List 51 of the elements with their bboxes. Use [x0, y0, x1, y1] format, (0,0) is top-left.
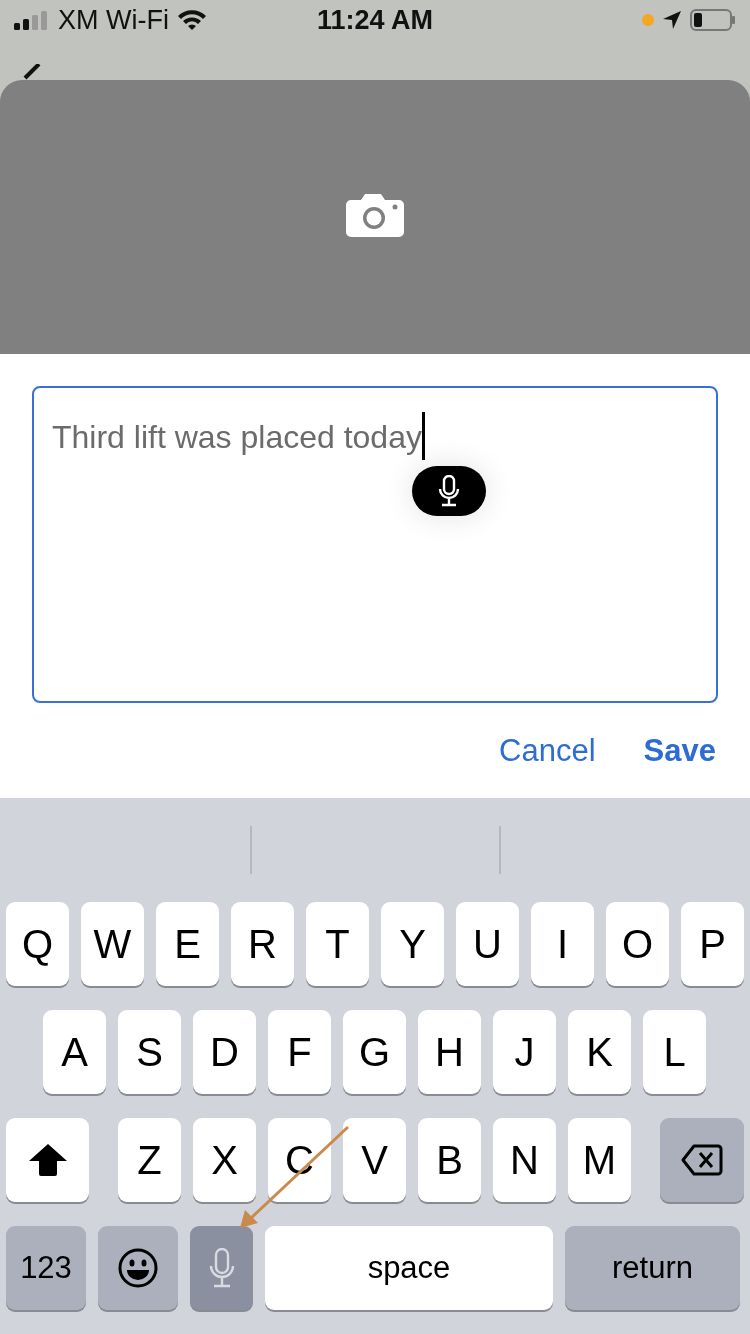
letter-key[interactable]: C — [268, 1118, 331, 1202]
dot-icon — [642, 14, 654, 26]
emoji-key[interactable] — [98, 1226, 178, 1310]
letter-key[interactable]: H — [418, 1010, 481, 1094]
letter-key[interactable]: F — [268, 1010, 331, 1094]
letter-key[interactable]: S — [118, 1010, 181, 1094]
clock-time: 11:24 AM — [316, 4, 434, 36]
letter-key[interactable]: J — [493, 1010, 556, 1094]
letter-key[interactable]: Y — [381, 902, 444, 986]
letter-key[interactable]: L — [643, 1010, 706, 1094]
letter-key[interactable]: R — [231, 902, 294, 986]
shift-key[interactable] — [6, 1118, 89, 1202]
text-cursor — [421, 411, 425, 460]
microphone-icon — [438, 474, 460, 507]
letter-key[interactable]: W — [81, 902, 144, 986]
camera-icon — [345, 191, 405, 238]
wifi-icon — [176, 9, 207, 31]
letter-key[interactable]: P — [681, 902, 744, 986]
note-text: Third lift was placed today — [52, 418, 422, 455]
save-button[interactable]: Save — [643, 732, 716, 769]
letter-key[interactable]: V — [343, 1118, 406, 1202]
letter-key[interactable]: G — [343, 1010, 406, 1094]
letter-key[interactable]: N — [493, 1118, 556, 1202]
carrier-name: XM Wi-Fi — [58, 4, 169, 36]
letter-key[interactable]: B — [418, 1118, 481, 1202]
dictation-bubble[interactable] — [412, 465, 486, 516]
letter-key[interactable]: D — [193, 1010, 256, 1094]
space-key[interactable]: space — [265, 1226, 553, 1310]
letter-key[interactable]: T — [306, 902, 369, 986]
return-key[interactable]: return — [565, 1226, 740, 1310]
shift-arrow-icon — [27, 1143, 68, 1177]
note-text-area[interactable]: Third lift was placed today — [32, 385, 718, 703]
signal-icon — [14, 10, 50, 30]
letter-key[interactable]: O — [606, 902, 669, 986]
letter-key[interactable]: M — [568, 1118, 631, 1202]
numbers-key[interactable]: 123 — [6, 1226, 86, 1310]
letter-key[interactable]: U — [456, 902, 519, 986]
delete-key[interactable] — [660, 1118, 744, 1202]
smiley-icon — [118, 1248, 158, 1288]
letter-key[interactable]: E — [156, 902, 219, 986]
letter-key[interactable]: Z — [118, 1118, 181, 1202]
letter-key[interactable]: I — [531, 902, 594, 986]
backspace-icon — [681, 1144, 723, 1176]
letter-key[interactable]: Q — [6, 902, 69, 986]
letter-key[interactable]: K — [568, 1010, 631, 1094]
letter-key[interactable]: X — [193, 1118, 256, 1202]
battery-icon — [690, 9, 736, 31]
letter-key[interactable]: A — [43, 1010, 106, 1094]
location-arrow-icon — [662, 10, 682, 30]
microphone-icon — [207, 1248, 236, 1288]
cancel-button[interactable]: Cancel — [499, 732, 596, 769]
